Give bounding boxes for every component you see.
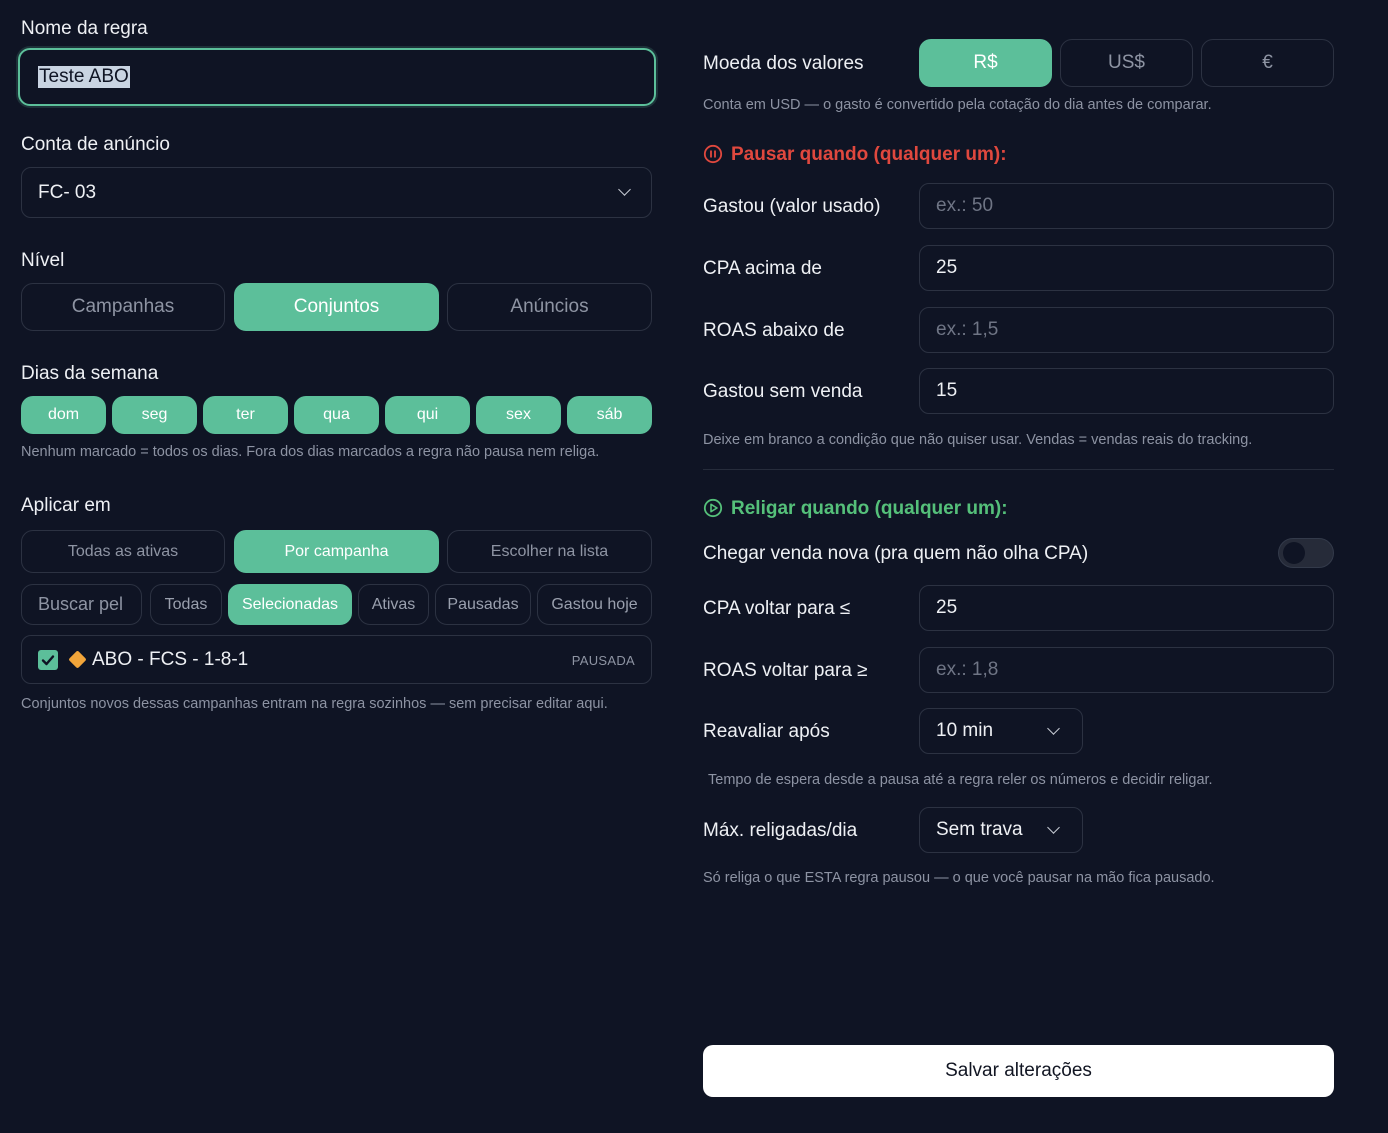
ad-account-select[interactable]: FC- 03 — [21, 167, 652, 218]
reevaluate-value: 10 min — [936, 720, 994, 741]
campaign-status-badge: PAUSADA — [571, 653, 635, 668]
cpa-back-value[interactable]: 25 — [936, 597, 957, 619]
apply-option-by-campaign[interactable]: Por campanha — [234, 530, 439, 573]
weekdays-label: Dias da semana — [21, 363, 159, 384]
cpa-back-field[interactable]: 25 — [919, 585, 1334, 631]
campaign-list-item[interactable]: ABO - FCS - 1-8-1 PAUSADA — [21, 635, 652, 684]
campaign-name: ABO - FCS - 1-8-1 — [92, 649, 249, 670]
weekday-seg[interactable]: seg — [112, 396, 197, 434]
level-option-campaigns[interactable]: Campanhas — [21, 283, 225, 331]
currency-hint: Conta em USD — o gasto é convertido pela… — [703, 97, 1212, 113]
max-resumes-label: Máx. religadas/dia — [703, 820, 858, 841]
filter-all[interactable]: Todas — [150, 584, 222, 625]
rule-name-field[interactable]: Teste ABO — [18, 48, 656, 106]
pause-hint: Deixe em branco a condição que não quise… — [703, 432, 1253, 448]
level-label: Nível — [21, 250, 65, 271]
roas-below-field[interactable] — [919, 307, 1334, 353]
campaign-search-field[interactable] — [21, 584, 142, 625]
new-sale-toggle[interactable] — [1278, 538, 1334, 568]
roas-back-field[interactable] — [919, 647, 1334, 693]
currency-usd-button[interactable]: US$ — [1060, 39, 1193, 87]
roas-below-label: ROAS abaixo de — [703, 320, 845, 341]
rule-name-label: Nome da regra — [21, 18, 148, 39]
cpa-above-value[interactable]: 25 — [936, 257, 957, 279]
apply-label: Aplicar em — [21, 495, 111, 516]
roas-below-input[interactable] — [936, 319, 1333, 341]
roas-back-label: ROAS voltar para ≥ — [703, 660, 868, 681]
save-button[interactable]: Salvar alterações — [703, 1045, 1334, 1097]
new-sale-label: Chegar venda nova (pra quem não olha CPA… — [703, 543, 1089, 564]
play-circle-icon — [703, 498, 723, 518]
spent-no-sale-field[interactable]: 15 — [919, 368, 1334, 414]
level-option-adsets[interactable]: Conjuntos — [234, 283, 439, 331]
resume-section-title: Religar quando (qualquer um): — [731, 498, 1008, 519]
filter-selected[interactable]: Selecionadas — [228, 584, 352, 625]
weekday-sab[interactable]: sáb — [567, 396, 652, 434]
spent-input[interactable] — [936, 195, 1333, 217]
reevaluate-hint: Tempo de espera desde a pausa até a regr… — [708, 772, 1213, 788]
pause-section-title: Pausar quando (qualquer um): — [731, 144, 1007, 165]
currency-brl-button[interactable]: R$ — [919, 39, 1052, 87]
level-option-ads[interactable]: Anúncios — [447, 283, 652, 331]
reevaluate-label: Reavaliar após — [703, 721, 830, 742]
spent-label: Gastou (valor usado) — [703, 196, 881, 217]
ad-account-label: Conta de anúncio — [21, 134, 170, 155]
weekday-ter[interactable]: ter — [203, 396, 288, 434]
cpa-above-field[interactable]: 25 — [919, 245, 1334, 291]
max-resumes-select[interactable]: Sem trava — [919, 807, 1083, 853]
weekdays-hint: Nenhum marcado = todos os dias. Fora dos… — [21, 444, 600, 460]
chevron-down-icon — [618, 183, 631, 196]
weekday-qui[interactable]: qui — [385, 396, 470, 434]
section-divider — [703, 469, 1334, 470]
max-resumes-hint: Só religa o que ESTA regra pausou — o qu… — [703, 870, 1215, 886]
checkbox-checked[interactable] — [38, 650, 58, 670]
weekday-dom[interactable]: dom — [21, 396, 106, 434]
currency-eur-button[interactable]: € — [1201, 39, 1334, 87]
cpa-above-label: CPA acima de — [703, 258, 822, 279]
filter-spent-today[interactable]: Gastou hoje — [537, 584, 652, 625]
reevaluate-select[interactable]: 10 min — [919, 708, 1083, 754]
weekday-sex[interactable]: sex — [476, 396, 561, 434]
filter-paused[interactable]: Pausadas — [435, 584, 531, 625]
max-resumes-value: Sem trava — [936, 819, 1023, 840]
spent-field[interactable] — [919, 183, 1334, 229]
pause-circle-icon — [703, 144, 723, 164]
spent-no-sale-label: Gastou sem venda — [703, 381, 863, 402]
rule-name-value[interactable]: Teste ABO — [38, 66, 130, 88]
check-icon — [41, 655, 55, 666]
roas-back-input[interactable] — [936, 659, 1333, 681]
chevron-down-icon — [1047, 722, 1060, 735]
cpa-back-label: CPA voltar para ≤ — [703, 598, 851, 619]
filter-active[interactable]: Ativas — [358, 584, 429, 625]
apply-option-all-active[interactable]: Todas as ativas — [21, 530, 225, 573]
currency-label: Moeda dos valores — [703, 53, 864, 74]
toggle-knob — [1283, 542, 1305, 564]
campaign-search-input[interactable] — [38, 594, 141, 615]
spent-no-sale-value[interactable]: 15 — [936, 380, 957, 402]
weekday-qua[interactable]: qua — [294, 396, 379, 434]
ad-account-value: FC- 03 — [38, 181, 97, 203]
orange-diamond-icon — [68, 650, 87, 669]
apply-option-pick-list[interactable]: Escolher na lista — [447, 530, 652, 573]
campaign-hint: Conjuntos novos dessas campanhas entram … — [21, 696, 608, 712]
chevron-down-icon — [1047, 821, 1060, 834]
